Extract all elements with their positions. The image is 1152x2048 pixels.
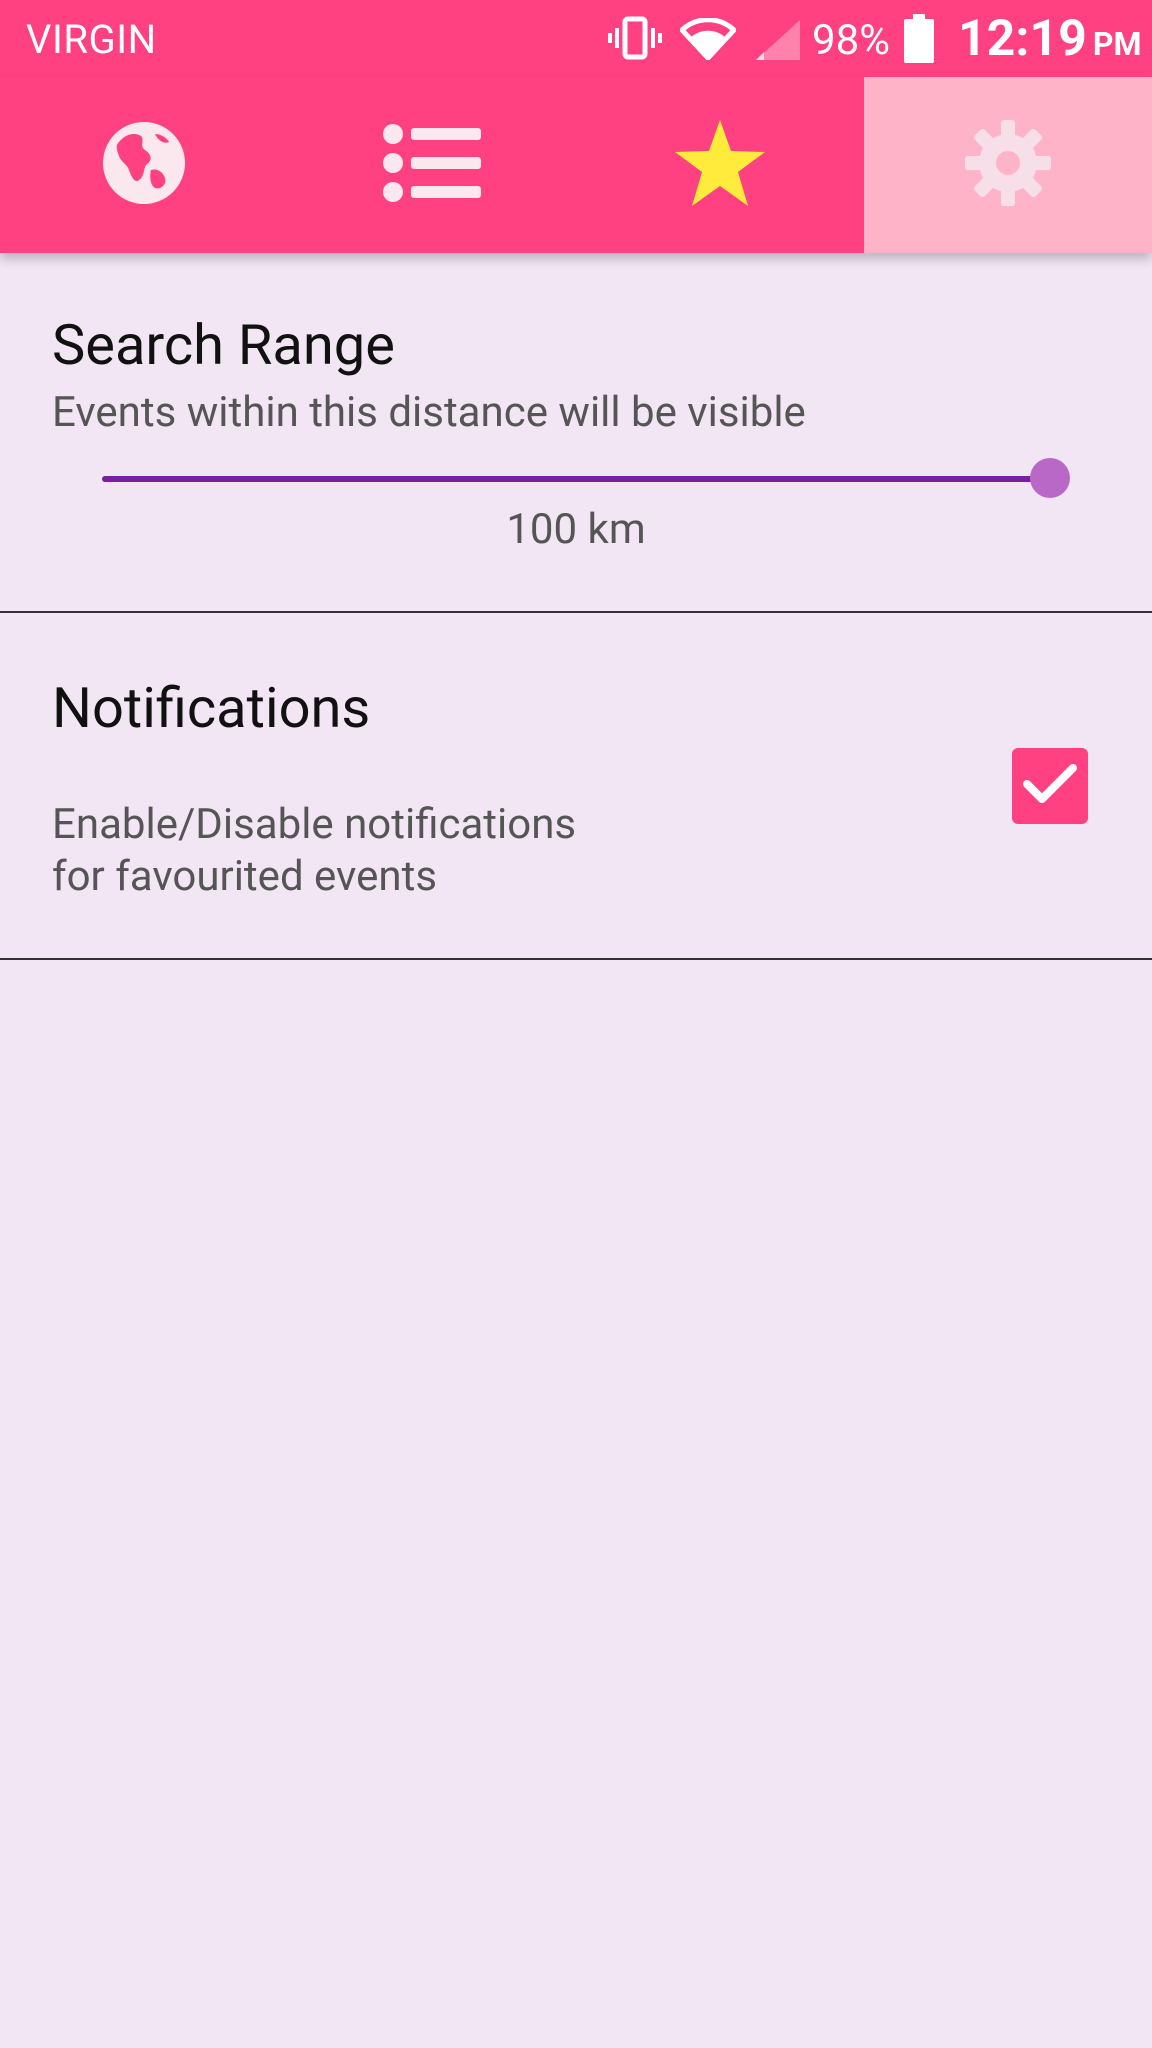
- carrier-name: VIRGIN: [26, 16, 157, 63]
- status-bar: VIRGIN 98% 12:19 PM: [0, 0, 1152, 77]
- battery-percent: 98%: [812, 16, 890, 65]
- tab-bar: [0, 77, 1152, 253]
- vibrate-icon: [606, 16, 664, 64]
- tab-favourites[interactable]: [576, 77, 864, 253]
- tab-settings[interactable]: [864, 77, 1152, 253]
- notifications-title: Notifications: [52, 675, 371, 741]
- slider-thumb[interactable]: [1030, 458, 1070, 498]
- tab-map[interactable]: [0, 77, 288, 253]
- wifi-icon: [678, 17, 738, 64]
- cell-signal-icon: [754, 18, 802, 66]
- notifications-description: Enable/Disable notifications for favouri…: [52, 799, 576, 903]
- clock-ampm: PM: [1092, 25, 1142, 63]
- clock-time: 12:19: [958, 10, 1087, 68]
- globe-icon: [101, 120, 187, 210]
- list-icon: [383, 124, 481, 206]
- notifications-section: Notifications Enable/Disable notificatio…: [0, 613, 1152, 960]
- slider-fill: [102, 476, 1050, 482]
- battery-icon: [904, 14, 934, 68]
- star-icon: [673, 118, 767, 212]
- search-range-description: Events within this distance will be visi…: [52, 388, 806, 437]
- clock: 12:19 PM: [958, 10, 1141, 68]
- search-range-title: Search Range: [52, 312, 395, 378]
- checkmark-icon: [1022, 762, 1078, 810]
- notifications-checkbox[interactable]: [1012, 748, 1088, 824]
- notifications-description-line1: Enable/Disable notifications: [52, 800, 577, 849]
- tab-list[interactable]: [288, 77, 576, 253]
- notifications-description-line2: for favourited events: [52, 852, 438, 901]
- search-range-section: Search Range Events within this distance…: [0, 253, 1152, 613]
- search-range-slider[interactable]: [102, 458, 1070, 498]
- search-range-value: 100 km: [506, 505, 646, 554]
- gear-icon: [965, 120, 1051, 210]
